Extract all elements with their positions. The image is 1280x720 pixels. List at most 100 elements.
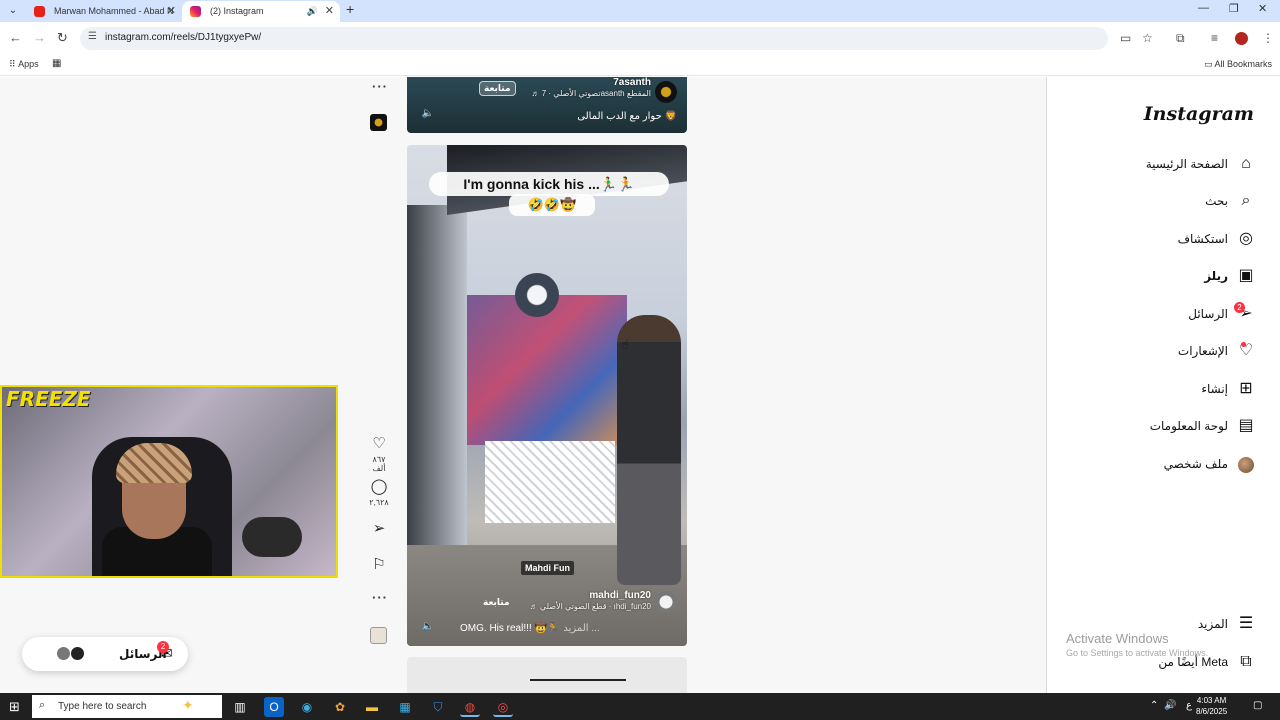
extensions-icon[interactable]: ⧉ [1176, 31, 1185, 46]
save-action[interactable]: ⚐ [368, 556, 390, 574]
close-tab-icon[interactable]: ✕ [167, 1, 176, 21]
reel-author-avatar[interactable] [655, 81, 677, 103]
outlook-icon[interactable]: O [264, 697, 284, 717]
sidebar-item-label: الصفحة الرئيسية [1145, 157, 1228, 171]
tray-chevron-icon[interactable]: ⌃ [1150, 700, 1158, 711]
edge-icon[interactable]: ◉ [297, 697, 317, 717]
sidebar-item-create[interactable]: إنشاء ⊞ [1046, 377, 1280, 403]
search-icon: ⌕ [39, 699, 46, 711]
reel-audio[interactable]: ♬ تصوتي الأصلي · 7asanth المقطع [531, 89, 651, 98]
restore-icon[interactable]: ❐ [1229, 2, 1239, 15]
plus-square-icon: ⊞ [1239, 380, 1253, 397]
sidebar-item-label: إنشاء [1201, 382, 1228, 396]
store-icon[interactable]: ▦ [395, 697, 415, 717]
task-view-icon[interactable]: ▥ [230, 697, 250, 717]
reel-current[interactable]: I'm gonna kick his ...🏃‍♂️🏃 🤣🤣🤠 Mahdi Fu… [407, 145, 687, 646]
reel-previous[interactable]: 7asanth ♬ تصوتي الأصلي · 7asanth المقطع … [407, 77, 687, 133]
youtube-favicon-icon [34, 6, 45, 17]
reel-author-avatar[interactable] [655, 591, 677, 613]
share-action[interactable]: ➢ [368, 520, 390, 538]
heart-icon[interactable]: ♡ [368, 435, 390, 453]
new-tab-button[interactable]: + [346, 1, 354, 17]
url-text[interactable]: instagram.com/reels/DJ1tygxyePw/ [105, 32, 261, 43]
windows-start-icon[interactable]: ⊞ [9, 699, 20, 715]
comment-action[interactable]: ◯ ٢,٦٢٨ [368, 478, 390, 507]
volume-icon[interactable]: 🔊 [1164, 700, 1176, 711]
all-bookmarks-button[interactable]: ▭ All Bookmarks [1204, 59, 1272, 70]
reel-username[interactable]: 7asanth [531, 77, 651, 88]
minimize-icon[interactable]: — [1198, 2, 1209, 14]
send-icon[interactable]: ➢ [368, 520, 390, 538]
notification-dot [1241, 342, 1246, 347]
bookmark-star-icon[interactable]: ☆ [1142, 31, 1153, 45]
tab-search-chevron-icon[interactable]: ⌄ [4, 2, 22, 20]
reel-next[interactable] [407, 657, 687, 693]
bookmark-icon[interactable]: ⚐ [368, 556, 390, 574]
messages-popup[interactable]: الرسائل ✉ 2 [22, 637, 188, 671]
follow-button[interactable]: متابعة [479, 81, 516, 96]
sidebar-item-messages[interactable]: الرسائل ➢ 2 [1046, 302, 1280, 328]
instagram-logo[interactable]: Instagram [1144, 103, 1254, 125]
reload-icon[interactable]: ↻ [57, 30, 68, 46]
sidebar-item-label: لوحة المعلومات [1149, 419, 1228, 433]
activate-windows-title: Activate Windows [1066, 631, 1169, 646]
audio-thumbnail[interactable] [370, 114, 387, 131]
cast-icon[interactable]: ▭ [1120, 31, 1131, 45]
chrome-icon[interactable]: ◍ [460, 697, 480, 717]
avatar [70, 646, 85, 661]
sidebar-item-reels[interactable]: ريلز ▣ [1046, 264, 1280, 290]
tab-title: (2) Instagram [210, 6, 264, 16]
tab-youtube[interactable]: Marwan Mohammed - Abad N ✕ [26, 1, 182, 22]
shield-icon[interactable]: ⛉ [428, 697, 448, 717]
obs-icon[interactable]: ◎ [493, 697, 513, 717]
grid-icon[interactable]: ▦ [52, 58, 61, 69]
instagram-sidebar: Instagram الصفحة الرئيسية ⌂ بحث ⌕ استكشا… [1046, 77, 1280, 693]
tab-title: Marwan Mohammed - Abad N [54, 6, 174, 16]
input-language[interactable]: ع [1186, 700, 1192, 711]
site-info-icon[interactable]: ☰ [88, 31, 97, 42]
close-window-icon[interactable]: ✕ [1258, 2, 1267, 15]
mute-icon[interactable]: 🔈 [421, 107, 435, 121]
like-action[interactable]: ♡ ٨٦٧ ألف [368, 435, 390, 473]
forward-icon[interactable]: → [33, 30, 46, 45]
sidebar-item-label: الإشعارات [1177, 344, 1228, 358]
windows-taskbar: ⊞ ⌕ Type here to search ✦ ▥ O ◉ ✿ ▬ ▦ ⛉ … [0, 693, 1280, 720]
notifications-icon[interactable]: ▢ [1253, 700, 1262, 711]
omnibox[interactable]: ☰ instagram.com/reels/DJ1tygxyePw/ [80, 27, 1108, 50]
scene-bar [530, 679, 626, 681]
comment-icon[interactable]: ◯ [368, 478, 390, 496]
webcam-mic [242, 517, 302, 557]
reel-more-link[interactable]: المزيد ... [563, 623, 599, 634]
sidebar-item-dashboard[interactable]: لوحة المعلومات ▤ [1046, 414, 1280, 440]
follow-button[interactable]: متابعة [483, 597, 510, 608]
sidebar-item-notifications[interactable]: الإشعارات ♡ [1046, 339, 1280, 365]
taskbar-clock[interactable]: 4:03 AM 8/6/2025 [1196, 695, 1227, 717]
file-explorer-icon[interactable]: ▬ [362, 697, 382, 717]
sparkle-icon: ✦ [182, 697, 194, 713]
kebab-menu-icon[interactable]: ⋮ [1262, 31, 1274, 45]
more-options-icon[interactable]: ··· [372, 79, 388, 94]
audio-thumbnail[interactable] [370, 627, 387, 644]
sidebar-item-label: استكشاف [1177, 232, 1228, 246]
sidebar-item-search[interactable]: بحث ⌕ [1046, 189, 1280, 215]
compass-icon: ◎ [1239, 230, 1253, 247]
sidebar-item-profile[interactable]: ملف شخصي [1046, 452, 1280, 478]
apps-grid-icon: ⧉ [1240, 653, 1252, 670]
close-tab-icon[interactable]: ✕ [325, 1, 334, 21]
home-icon: ⌂ [1241, 155, 1251, 172]
speaker-icon[interactable]: 🔊 [307, 1, 318, 21]
apps-shortcut[interactable]: ⠿ Apps [9, 59, 39, 70]
reel-username[interactable]: mahdi_fun20 [530, 590, 651, 601]
scene-sign [515, 273, 559, 317]
reel-audio[interactable]: ♬ قطع الصوتي الأصلي · ıhdi_fun20 [530, 602, 651, 611]
taskbar-search[interactable]: ⌕ Type here to search ✦ [32, 695, 222, 718]
tab-instagram[interactable]: (2) Instagram 🔊 ✕ [182, 1, 340, 22]
copilot-icon[interactable]: ✿ [330, 697, 350, 717]
sidebar-item-home[interactable]: الصفحة الرئيسية ⌂ [1046, 152, 1280, 178]
sidebar-item-explore[interactable]: استكشاف ◎ [1046, 227, 1280, 253]
more-options-icon[interactable]: ··· [372, 590, 388, 605]
mute-icon[interactable]: 🔈 [421, 620, 435, 634]
media-controls-icon[interactable]: ≡ [1211, 31, 1218, 45]
back-icon[interactable]: ← [9, 30, 22, 45]
profile-avatar[interactable] [1235, 32, 1248, 45]
